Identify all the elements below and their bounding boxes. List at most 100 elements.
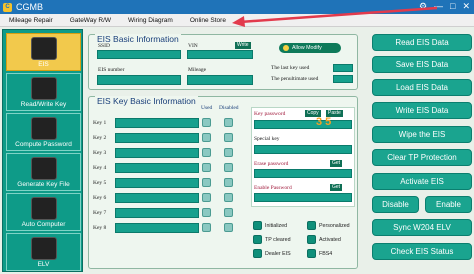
key-5-label: Key 5: [93, 180, 107, 186]
sync-w204-elv-button[interactable]: Sync W204 ELV: [372, 219, 472, 236]
enable-password-label: Enable Password: [254, 185, 292, 191]
app-logo-icon: C: [3, 2, 12, 12]
close-icon[interactable]: ✕: [462, 1, 470, 12]
key-5-field[interactable]: [115, 178, 199, 188]
key-3-used-indicator: [202, 148, 211, 157]
fbs4-indicator: [307, 249, 316, 258]
last-key-label: The last key used: [271, 65, 310, 71]
key-7-field[interactable]: [115, 208, 199, 218]
check-eis-status-button[interactable]: Check EIS Status: [372, 243, 472, 260]
auto-computer-icon: [30, 197, 57, 220]
key-6-label: Key 6: [93, 195, 107, 201]
allow-modify-label: Allow Modify: [292, 45, 322, 51]
wipe-eis-button[interactable]: Wipe the EIS: [372, 126, 472, 143]
get-enable-password-button[interactable]: Get: [330, 184, 343, 191]
last-key-field[interactable]: [333, 64, 353, 72]
penultimate-key-label: The penultimate used: [271, 76, 319, 82]
key-fob-icon: [30, 157, 57, 180]
sidebar-item-label: Read/Write Key: [20, 101, 67, 108]
settings-icon[interactable]: ⚙: [419, 1, 427, 12]
key-7-used-indicator: [202, 208, 211, 217]
activate-eis-button[interactable]: Activate EIS: [372, 173, 472, 190]
key-2-label: Key 2: [93, 135, 107, 141]
ecu-icon: [30, 117, 57, 140]
sidebar-item-auto-computer[interactable]: Auto Computer: [6, 193, 81, 231]
elv-module-icon: [30, 237, 57, 260]
menu-gateway-rw[interactable]: GateWay R/W: [70, 17, 111, 24]
panel-title: EIS Key Basic Information: [95, 96, 198, 106]
get-erase-password-button[interactable]: Get: [330, 160, 343, 167]
menu-mileage-repair[interactable]: Mileage Repair: [9, 17, 53, 24]
key-8-disabled-checkbox[interactable]: [224, 223, 233, 232]
used-header: Used: [201, 105, 213, 111]
key-4-field[interactable]: [115, 163, 199, 173]
key-1-field[interactable]: [115, 118, 199, 128]
key-2-used-indicator: [202, 133, 211, 142]
save-eis-data-button[interactable]: Save EIS Data: [372, 56, 472, 73]
key-3-disabled-checkbox[interactable]: [224, 148, 233, 157]
key-7-label: Key 7: [93, 210, 107, 216]
sidebar-item-label: Auto Computer: [21, 221, 66, 228]
allow-modify-toggle[interactable]: Allow Modify: [279, 43, 341, 53]
sidebar-item-label: Generate Key File: [17, 181, 70, 188]
enable-button[interactable]: Enable: [425, 196, 472, 213]
personalized-label: Personalized: [319, 223, 350, 229]
key-1-used-indicator: [202, 118, 211, 127]
minimize-icon[interactable]: —: [434, 1, 443, 12]
sidebar-item-label: EIS: [38, 61, 49, 68]
eis-key-icon: [30, 37, 57, 60]
write-eis-data-button[interactable]: Write EIS Data: [372, 102, 472, 119]
read-eis-data-button[interactable]: Read EIS Data: [372, 34, 472, 51]
key-6-used-indicator: [202, 193, 211, 202]
eis-number-label: EIS number: [98, 67, 125, 73]
key-2-disabled-checkbox[interactable]: [224, 133, 233, 142]
erase-password-field[interactable]: [254, 169, 352, 178]
key-7-disabled-checkbox[interactable]: [224, 208, 233, 217]
key-4-used-indicator: [202, 163, 211, 172]
sidebar-item-compute-password[interactable]: Compute Password: [6, 113, 81, 151]
menu-online-store[interactable]: Online Store: [190, 17, 226, 24]
sidebar-item-generate-key-file[interactable]: Generate Key File: [6, 153, 81, 191]
window-title: CGMB: [16, 2, 43, 12]
eis-number-field[interactable]: [97, 75, 181, 85]
key-8-label: Key 8: [93, 225, 107, 231]
tp-cleared-indicator: [253, 235, 262, 244]
load-eis-data-button[interactable]: Load EIS Data: [372, 79, 472, 96]
penultimate-key-field[interactable]: [333, 75, 353, 83]
sidebar-item-label: ELV: [37, 261, 50, 268]
sidebar-item-read-write-key[interactable]: Read/Write Key: [6, 73, 81, 111]
key-3-label: Key 3: [93, 150, 107, 156]
disabled-header: Disabled: [219, 105, 239, 111]
erase-password-label: Erase password: [254, 161, 289, 167]
dealer-eis-indicator: [253, 249, 262, 258]
enable-password-field[interactable]: [254, 193, 352, 202]
key-1-disabled-checkbox[interactable]: [224, 118, 233, 127]
clear-tp-protection-button[interactable]: Clear TP Protection: [372, 149, 472, 166]
car-key-icon: [30, 77, 57, 100]
key-3-field[interactable]: [115, 148, 199, 158]
special-key-field[interactable]: [254, 145, 352, 154]
ssid-field[interactable]: [97, 50, 181, 59]
key-5-disabled-checkbox[interactable]: [224, 178, 233, 187]
special-key-label: Special key: [254, 136, 280, 142]
activated-indicator: [307, 235, 316, 244]
vin-field[interactable]: [187, 50, 253, 59]
maximize-icon[interactable]: □: [450, 1, 455, 12]
dealer-eis-label: Dealer EIS: [265, 251, 291, 257]
write-vin-button[interactable]: Write: [235, 42, 251, 49]
key-5-used-indicator: [202, 178, 211, 187]
key-8-used-indicator: [202, 223, 211, 232]
mileage-field[interactable]: [187, 75, 253, 85]
menu-bar: Mileage Repair GateWay R/W Wiring Diagra…: [0, 14, 474, 27]
key-6-disabled-checkbox[interactable]: [224, 193, 233, 202]
eis-basic-info-panel: EIS Basic Information SSID VIN Write All…: [88, 34, 358, 90]
sidebar-item-eis[interactable]: EIS: [6, 33, 81, 71]
key-password-field[interactable]: [254, 120, 352, 129]
sidebar-item-elv[interactable]: ELV: [6, 233, 81, 271]
key-8-field[interactable]: [115, 223, 199, 233]
key-6-field[interactable]: [115, 193, 199, 203]
menu-wiring-diagram[interactable]: Wiring Diagram: [128, 17, 173, 24]
key-4-disabled-checkbox[interactable]: [224, 163, 233, 172]
disable-button[interactable]: Disable: [372, 196, 419, 213]
key-2-field[interactable]: [115, 133, 199, 143]
